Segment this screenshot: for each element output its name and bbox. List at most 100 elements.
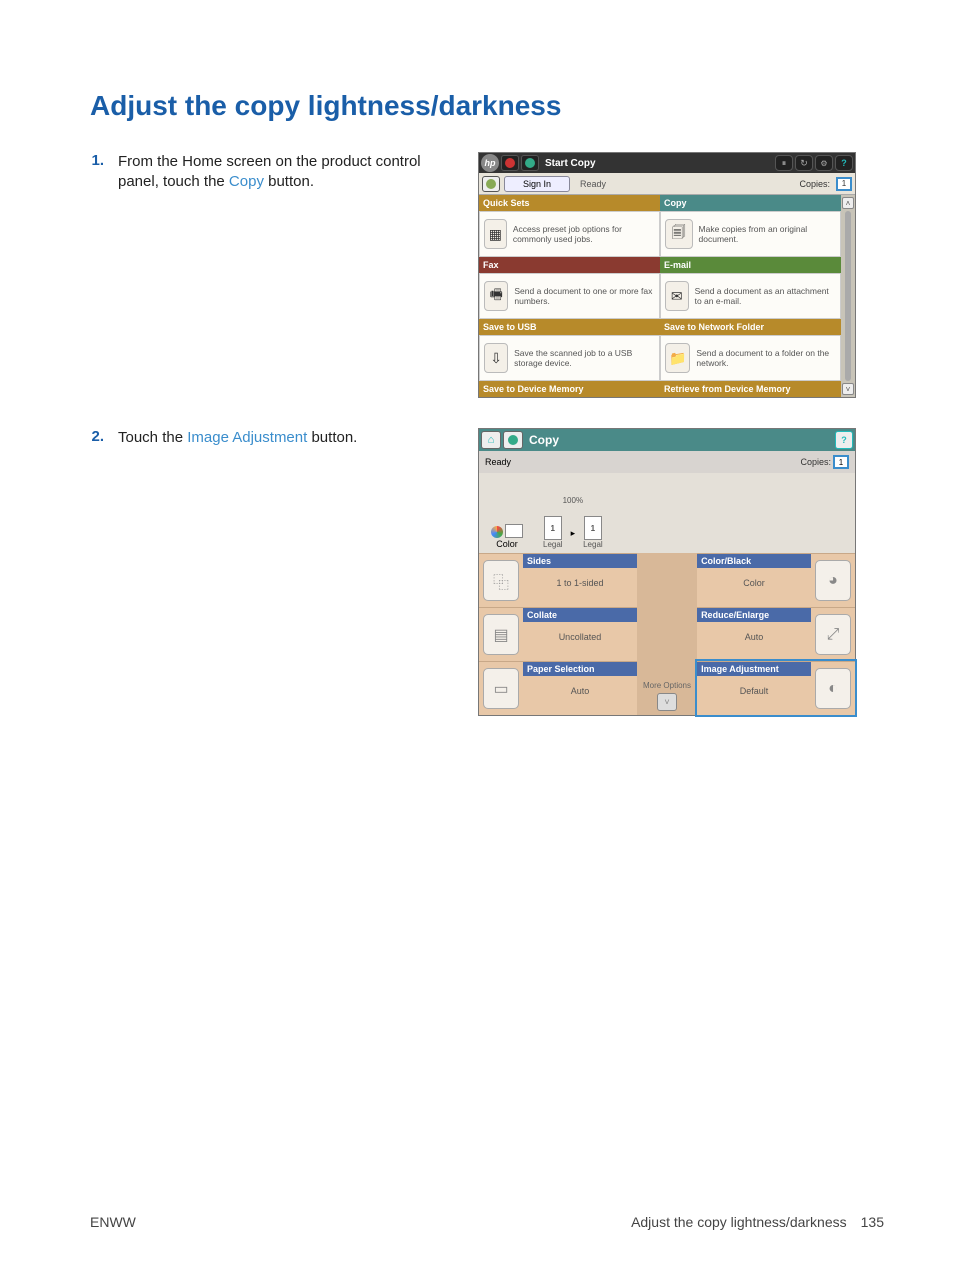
pause-button[interactable]: ⏸: [775, 155, 793, 171]
screenshot-home: hp Start Copy ⏸ ↻ ⚙ ? Sign In: [478, 152, 856, 398]
fax-icon: 🖷: [484, 281, 508, 311]
opt-color-black[interactable]: Color/BlackColor◕: [697, 553, 855, 607]
s1-topbar: hp Start Copy ⏸ ↻ ⚙ ?: [479, 153, 855, 173]
sides-icon: ⿻: [483, 560, 519, 601]
folder-icon: 📁: [665, 343, 690, 373]
opt-value: Auto: [697, 622, 811, 642]
page-icon: [505, 524, 523, 538]
tile-save-network[interactable]: Save to Network Folder 📁 Send a document t…: [660, 319, 841, 381]
opt-title: Sides: [523, 554, 637, 568]
home-button[interactable]: ⌂: [481, 431, 501, 449]
scale-icon: ⤢: [815, 614, 851, 655]
opt-reduce-enlarge[interactable]: Reduce/EnlargeAuto⤢: [697, 607, 855, 661]
start-button[interactable]: [503, 431, 523, 449]
tile-quick-sets[interactable]: Quick Sets ▦ Access preset job options for…: [479, 195, 660, 257]
copies-label: Copies:: [799, 179, 830, 189]
copies-input[interactable]: 1: [833, 455, 849, 469]
status-indicator: [482, 176, 500, 192]
paper-icon: ▭: [483, 668, 519, 709]
help-icon: ?: [841, 435, 847, 445]
tile-copy[interactable]: Copy🗐Make copies from an original docume…: [660, 195, 841, 257]
s1-scrollbar[interactable]: ˄ ˅: [841, 195, 855, 397]
screenshot-copy: ⌂ Copy ? Ready Copies: 1 Color: [478, 428, 856, 716]
opt-value: Color: [697, 568, 811, 588]
opt-paper-selection[interactable]: ▭Paper SelectionAuto: [479, 661, 637, 715]
help-button[interactable]: ?: [835, 431, 853, 449]
opt-title: Color/Black: [697, 554, 811, 568]
reset-icon: ↻: [800, 158, 808, 169]
s1-app-grid: Quick Sets ▦ Access preset job options for…: [479, 195, 841, 397]
copy-title: Copy: [529, 433, 559, 447]
pause-icon: ⏸: [782, 158, 787, 169]
tile-desc: Make copies from an original document.: [699, 224, 836, 244]
step-1-link: Copy: [229, 173, 264, 190]
more-options-button[interactable]: ˅: [657, 693, 677, 711]
usb-icon: ⇩: [484, 343, 508, 373]
s1-subbar: Sign In Ready Copies: 1: [479, 173, 855, 195]
tile-header: Fax: [479, 257, 660, 273]
opt-value: 1 to 1-sided: [523, 568, 637, 588]
tile-header: E-mail: [660, 257, 841, 273]
copy-icon: 🗐: [665, 219, 693, 249]
page-number: 135: [861, 1214, 884, 1230]
copies-label: Copies:: [800, 457, 831, 467]
opt-title: Collate: [523, 608, 637, 622]
tile-desc: Access preset job options for commonly u…: [513, 224, 655, 244]
presets-icon: ▦: [484, 219, 507, 249]
start-button[interactable]: [521, 155, 539, 171]
arrow-right-icon: ▸: [571, 528, 576, 539]
scroll-down-button[interactable]: ˅: [842, 383, 854, 395]
tile-fax[interactable]: Fax 🖷 Send a document to one or more fax n…: [479, 257, 660, 319]
tile-save-usb[interactable]: Save to USB ⇩ Save the scanned job to a US…: [479, 319, 660, 381]
more-options-label: More Options: [643, 682, 691, 691]
page-footer: ENWW Adjust the copy lightness/darkness1…: [90, 1214, 884, 1230]
opt-sides[interactable]: ⿻ Sides1 to 1-sided: [479, 553, 637, 607]
step-2-text: Touch the Image Adjustment button.: [118, 428, 478, 448]
footer-left: ENWW: [90, 1214, 136, 1230]
home-icon: ⌂: [488, 434, 495, 446]
opt-value: Default: [697, 676, 811, 696]
status-ok-icon: [486, 179, 496, 189]
network-button[interactable]: ⚙: [815, 155, 833, 171]
tile-desc: Save the scanned job to a USB storage de…: [514, 348, 655, 368]
opt-value: Uncollated: [523, 622, 637, 642]
tile-save-device[interactable]: Save to Device Memory: [479, 381, 660, 397]
chevron-down-icon: ˅: [664, 697, 669, 707]
start-icon: [508, 435, 518, 445]
reset-button[interactable]: ↻: [795, 155, 813, 171]
opt-image-adjustment[interactable]: Image AdjustmentDefault◐: [697, 661, 855, 715]
scroll-up-button[interactable]: ˄: [842, 197, 854, 209]
tile-retrieve-device[interactable]: Retrieve from Device Memory: [660, 381, 841, 397]
chevron-down-icon: ˅: [846, 385, 851, 394]
tile-header: Quick Sets: [479, 195, 660, 211]
scale-percent: 100%: [563, 496, 583, 505]
stop-button[interactable]: [501, 155, 519, 171]
color-mode: Color: [491, 524, 523, 549]
adjustment-icon: ◐: [815, 668, 851, 709]
tile-header: Save to Device Memory: [479, 381, 660, 397]
step-2-number: 2.: [90, 428, 118, 445]
tile-email[interactable]: E-mail✉Send a document as an attachment …: [660, 257, 841, 319]
tile-desc: Send a document to one or more fax numbe…: [514, 286, 655, 306]
tile-header: Save to USB: [479, 319, 660, 335]
signin-button[interactable]: Sign In: [504, 176, 570, 192]
opt-collate[interactable]: ▤CollateUncollated: [479, 607, 637, 661]
start-copy-label: Start Copy: [545, 158, 596, 169]
copies-input[interactable]: 1: [836, 177, 852, 191]
step-1-text: From the Home screen on the product cont…: [118, 152, 478, 193]
color-black-icon: ◕: [815, 560, 851, 601]
tile-header: Retrieve from Device Memory: [660, 381, 841, 397]
output-page: 1Legal: [583, 516, 603, 549]
ready-label: Ready: [485, 457, 511, 467]
help-icon: ?: [841, 158, 847, 168]
original-page: 1Legal: [543, 516, 563, 549]
email-icon: ✉: [665, 281, 689, 311]
page-title: Adjust the copy lightness/darkness: [90, 90, 884, 122]
footer-right: Adjust the copy lightness/darkness135: [631, 1214, 884, 1230]
help-button[interactable]: ?: [835, 155, 853, 171]
tile-desc: Send a document to a folder on the netwo…: [696, 348, 836, 368]
scroll-track[interactable]: [845, 211, 851, 381]
tile-header: Save to Network Folder: [660, 319, 841, 335]
opt-title: Image Adjustment: [697, 662, 811, 676]
step-2-post: button.: [307, 429, 357, 446]
